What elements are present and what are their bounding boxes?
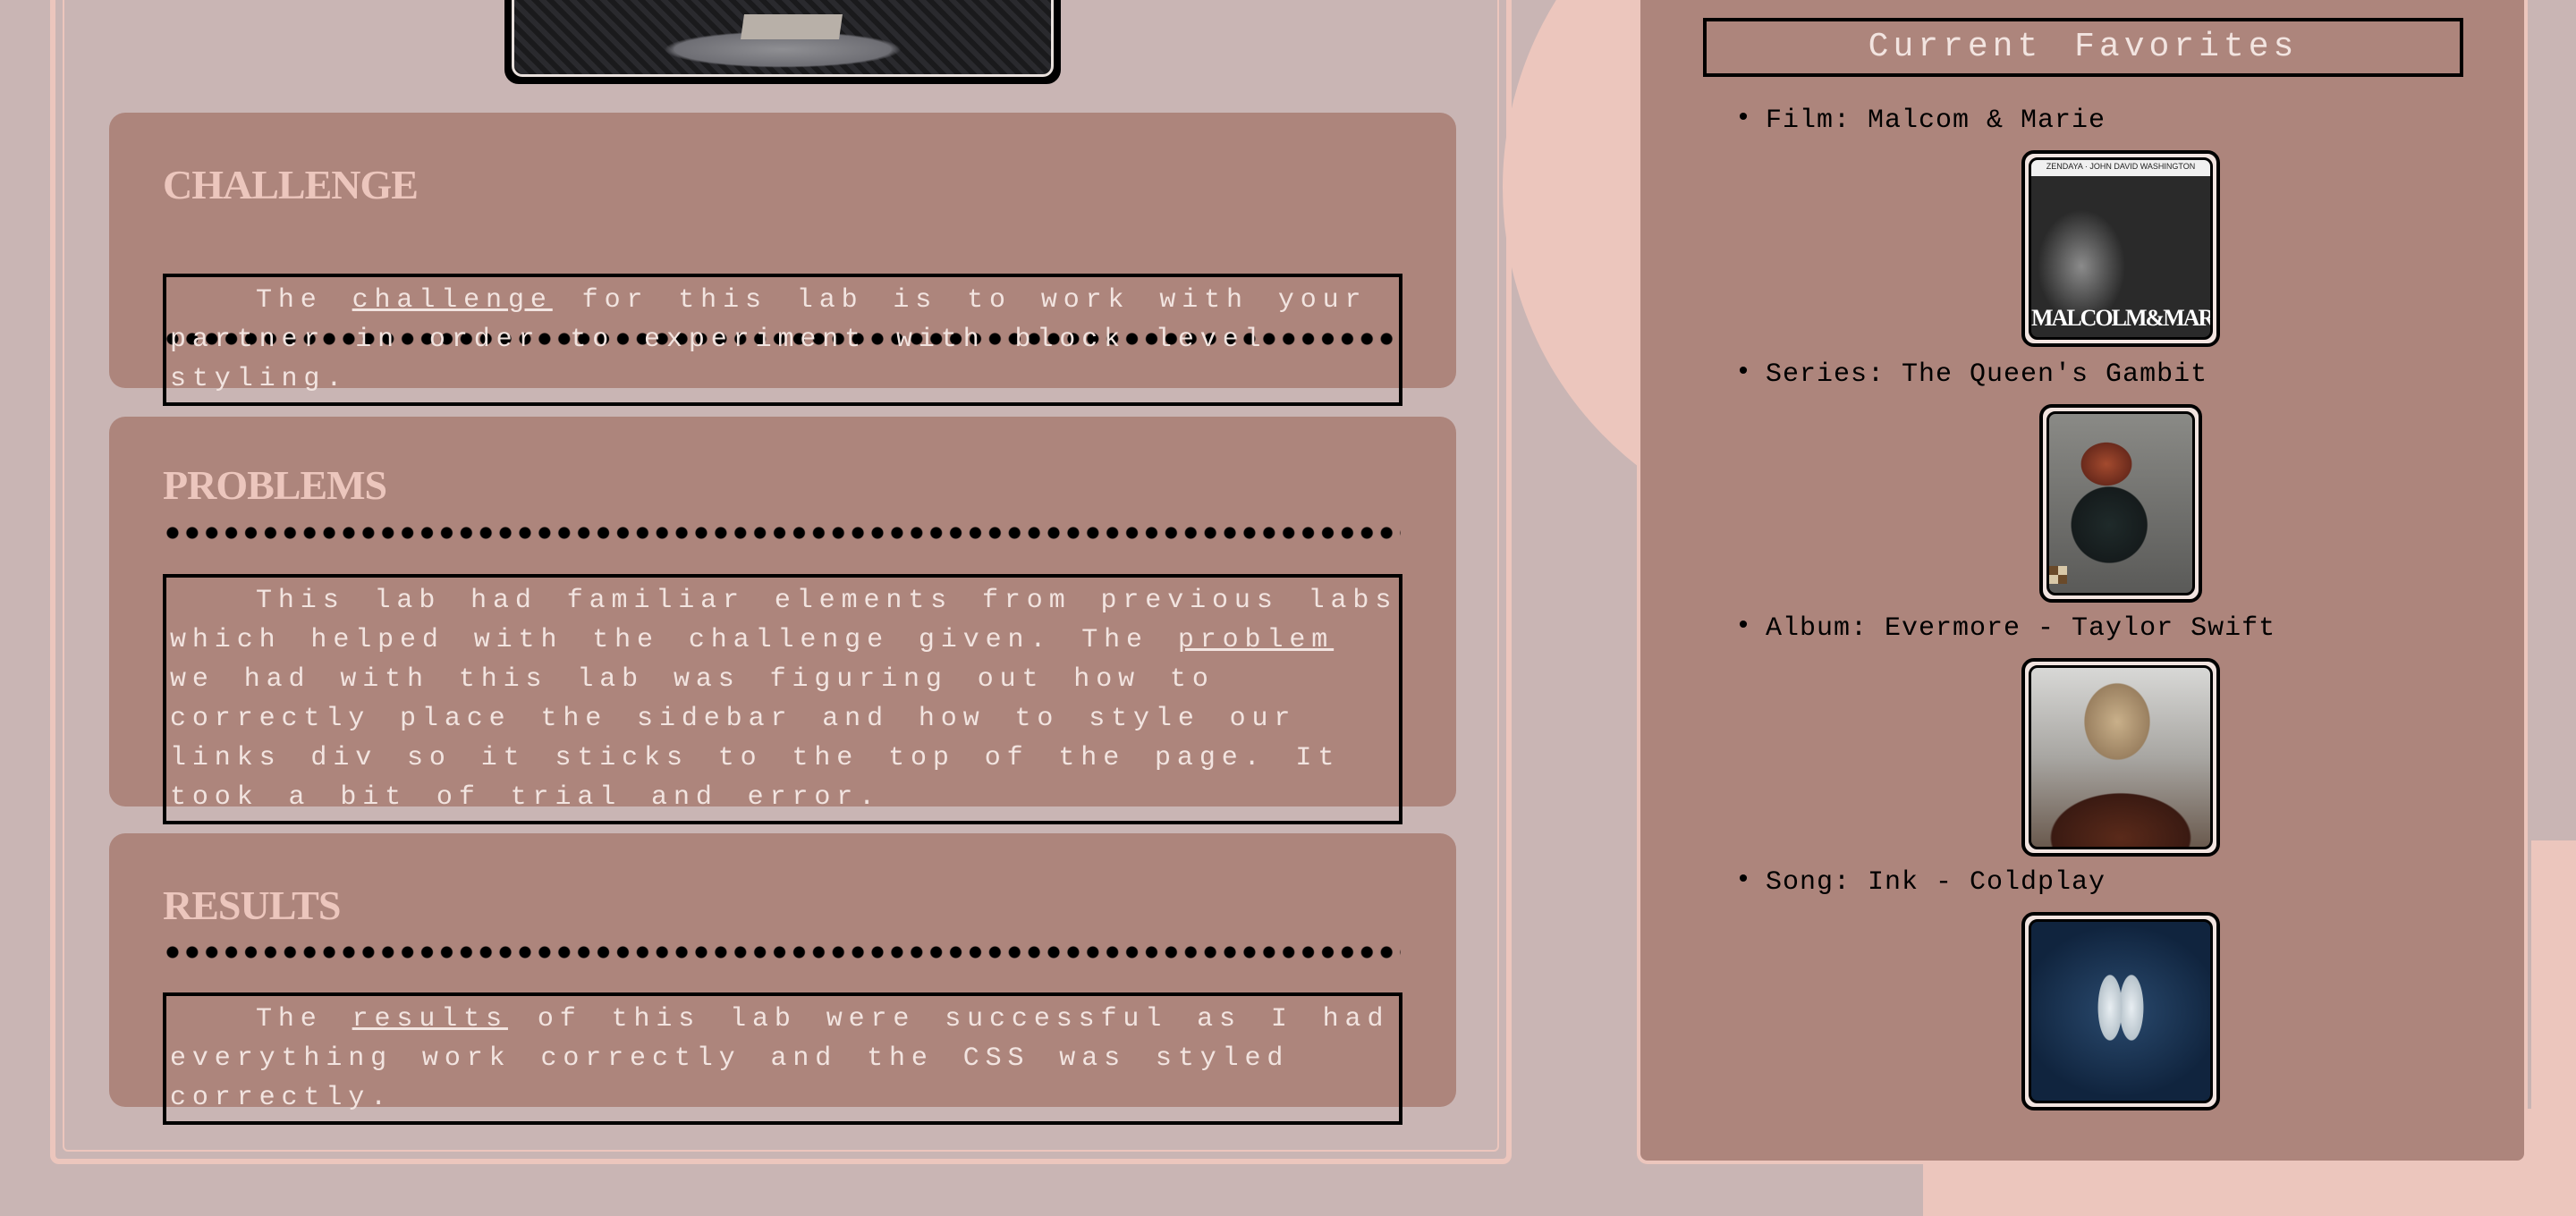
problems-section: PROBLEMS This lab had familiar elements … [109, 417, 1456, 824]
queens-gambit-still-icon [2046, 411, 2195, 595]
favorites-sidebar: Current Favorites Film: Malcom & Marie Z… [1637, 0, 2528, 1164]
dotted-divider [163, 944, 1401, 960]
ghost-stories-cover-icon [2029, 919, 2213, 1103]
section-text: This lab had familiar elements from prev… [163, 574, 1402, 824]
poster-title: MALCOLM&MARIE [2031, 305, 2213, 331]
favorite-image-frame [2021, 658, 2220, 857]
favorite-image-frame [2021, 912, 2220, 1110]
section-text: The results of this lab were successful … [163, 992, 1402, 1125]
hero-image [504, 0, 1061, 84]
results-section: RESULTS The results of this lab were suc… [109, 833, 1456, 1125]
sidebar-title: Current Favorites [1703, 18, 2463, 77]
dotted-divider [163, 525, 1401, 541]
favorite-image-frame [2039, 404, 2202, 603]
favorite-item-film: Film: Malcom & Marie [1735, 104, 2106, 136]
evermore-cover-icon [2029, 665, 2213, 849]
section-heading: CHALLENGE [163, 162, 419, 207]
challenge-section: CHALLENGE The challenge for this lab is … [109, 113, 1456, 406]
favorite-image-frame: ZENDAYA · JOHN DAVID WASHINGTON MALCOLM&… [2021, 150, 2220, 347]
problem-link[interactable]: problem [1178, 625, 1334, 655]
cafe-table-photo-icon [512, 0, 1054, 77]
poster-credits: ZENDAYA · JOHN DAVID WASHINGTON [2046, 162, 2196, 171]
section-text: The challenge for this lab is to work wi… [163, 274, 1402, 406]
results-link[interactable]: results [352, 1004, 508, 1034]
decorative-block-right [2531, 840, 2576, 1216]
malcolm-marie-poster-icon: ZENDAYA · JOHN DAVID WASHINGTON MALCOLM&… [2029, 157, 2213, 340]
challenge-link[interactable]: challenge [352, 285, 553, 316]
section-heading: RESULTS [163, 882, 341, 928]
favorite-item-song: Song: Ink - Coldplay [1735, 866, 2106, 898]
section-heading: PROBLEMS [163, 462, 387, 508]
favorite-item-series: Series: The Queen's Gambit [1735, 358, 2207, 390]
favorite-item-album: Album: Evermore - Taylor Swift [1735, 612, 2275, 644]
